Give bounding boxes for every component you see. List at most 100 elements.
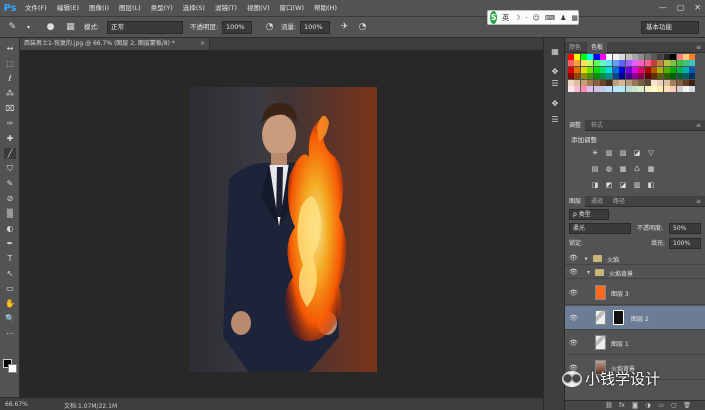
hand-tool-icon[interactable]: ✋	[4, 298, 16, 309]
layer-style-icon[interactable]: fx	[618, 402, 626, 410]
channel-mixer-icon[interactable]: ▦	[646, 164, 656, 174]
visibility-eye-icon[interactable]: 👁	[569, 289, 578, 298]
swatch-17[interactable]	[676, 54, 683, 60]
swatch-40[interactable]	[568, 66, 574, 73]
swatch-69[interactable]	[625, 73, 632, 80]
layer-filter-select[interactable]: ρ 类型	[569, 209, 609, 220]
swatch-83[interactable]	[587, 79, 594, 86]
brush-panel-icon[interactable]: ▦	[64, 21, 77, 34]
swatch-116[interactable]	[670, 85, 677, 92]
layer-group-row[interactable]: 👁 ▸ 火焰	[565, 252, 705, 265]
adjustment-layer-icon[interactable]: ◑	[644, 402, 652, 410]
threshold-icon[interactable]: ◪	[618, 180, 628, 190]
history-panel-icon[interactable]: ▦	[549, 46, 561, 57]
swatch-21[interactable]	[574, 60, 581, 67]
moon-icon[interactable]: ☽	[514, 14, 520, 22]
clone-stamp-tool-icon[interactable]: ⛉	[4, 163, 16, 174]
mode-select[interactable]: 正常	[107, 21, 183, 34]
preset-dropdown-icon[interactable]: ▾	[22, 21, 35, 34]
swatch-33[interactable]	[651, 60, 658, 67]
swatch-22[interactable]	[580, 60, 587, 67]
photo-filter-icon[interactable]: ♺	[632, 164, 642, 174]
visibility-eye-icon[interactable]: 👁	[569, 254, 578, 263]
swatch-98[interactable]	[683, 79, 690, 86]
swatch-85[interactable]	[599, 79, 606, 86]
swatch-26[interactable]	[606, 60, 613, 67]
minimize-button[interactable]: —	[659, 3, 667, 12]
swatch-110[interactable]	[631, 85, 638, 92]
skin-icon[interactable]: ♟	[560, 14, 566, 22]
swatch-71[interactable]	[638, 73, 645, 80]
tab-styles[interactable]: 样式	[587, 120, 607, 131]
zoom-readout[interactable]: 66.67%	[5, 401, 28, 408]
tab-adjustments[interactable]: 调整	[565, 120, 586, 131]
swatch-45[interactable]	[599, 66, 606, 73]
swatch-101[interactable]	[574, 85, 581, 92]
brush-tool-icon[interactable]: ╱	[4, 148, 16, 159]
swatch-113[interactable]	[651, 85, 658, 92]
airbrush-icon[interactable]: ✈	[338, 21, 351, 34]
swatch-109[interactable]	[625, 85, 632, 92]
swatch-6[interactable]	[606, 54, 613, 60]
tab-paths[interactable]: 路径	[609, 196, 629, 207]
layer-row[interactable]: 👁 图层 2	[565, 306, 705, 330]
swatch-20[interactable]	[568, 60, 574, 67]
swatch-12[interactable]	[644, 54, 651, 60]
flow-field[interactable]: 100%	[300, 21, 330, 34]
swatch-90[interactable]	[631, 79, 638, 86]
fill-field[interactable]: 100%	[669, 238, 701, 249]
zoom-tool-icon[interactable]: 🔍	[4, 313, 16, 324]
swatch-100[interactable]	[568, 85, 574, 92]
swatch-107[interactable]	[612, 85, 619, 92]
swatch-64[interactable]	[593, 73, 600, 80]
layer-opacity-field[interactable]: 50%	[669, 223, 701, 234]
swatch-73[interactable]	[651, 73, 658, 80]
swatch-61[interactable]	[574, 73, 581, 80]
swatch-8[interactable]	[619, 54, 626, 60]
swatch-94[interactable]	[657, 79, 664, 86]
swatch-7[interactable]	[612, 54, 619, 60]
tab-layers[interactable]: 图层	[565, 196, 586, 207]
swatch-118[interactable]	[683, 85, 690, 92]
swatch-49[interactable]	[625, 66, 632, 73]
swatch-108[interactable]	[619, 85, 626, 92]
brush-tool-preset-icon[interactable]: ✎	[6, 21, 19, 34]
background-color-swatch[interactable]	[8, 364, 17, 373]
crop-tool-icon[interactable]: ⌧	[4, 103, 16, 114]
swatch-36[interactable]	[670, 60, 677, 67]
eyedropper-tool-icon[interactable]: ✑	[4, 118, 16, 129]
tab-color[interactable]: 颜色	[565, 42, 585, 53]
swatch-48[interactable]	[619, 66, 626, 73]
visibility-eye-icon[interactable]: 👁	[569, 268, 578, 277]
swatch-70[interactable]	[631, 73, 638, 80]
canvas-area[interactable]	[20, 50, 543, 397]
swatch-115[interactable]	[663, 85, 670, 92]
swatch-74[interactable]	[657, 73, 664, 80]
type-tool-icon[interactable]: T	[4, 253, 16, 264]
menu-file[interactable]: 文件(F)	[20, 0, 52, 17]
swatch-103[interactable]	[587, 85, 594, 92]
levels-icon[interactable]: ▥	[604, 148, 614, 158]
swatch-102[interactable]	[580, 85, 587, 92]
tab-swatches[interactable]: 色板	[587, 42, 608, 53]
delete-layer-icon[interactable]: 🗑	[683, 402, 691, 410]
swatch-52[interactable]	[644, 66, 651, 73]
swatch-30[interactable]	[631, 60, 638, 67]
brightness-icon[interactable]: ☀	[590, 148, 600, 158]
new-layer-icon[interactable]: ▢	[670, 402, 678, 410]
menu-edit[interactable]: 编辑(E)	[52, 0, 84, 17]
path-select-tool-icon[interactable]: ↖	[4, 268, 16, 279]
add-mask-icon[interactable]: ◙	[631, 402, 639, 410]
marquee-tool-icon[interactable]: ⬚	[4, 58, 16, 69]
menu-filter[interactable]: 滤镜(T)	[210, 0, 242, 17]
swatch-96[interactable]	[670, 79, 677, 86]
swatch-27[interactable]	[612, 60, 619, 67]
pen-tool-icon[interactable]: ✒	[4, 238, 16, 249]
gradient-tool-icon[interactable]: ▒	[4, 208, 16, 219]
swatch-72[interactable]	[644, 73, 651, 80]
swatch-67[interactable]	[612, 73, 619, 80]
swatch-80[interactable]	[568, 79, 574, 86]
swatch-19[interactable]	[689, 54, 696, 60]
swatch-23[interactable]	[587, 60, 594, 67]
visibility-eye-icon[interactable]: 👁	[569, 314, 578, 323]
